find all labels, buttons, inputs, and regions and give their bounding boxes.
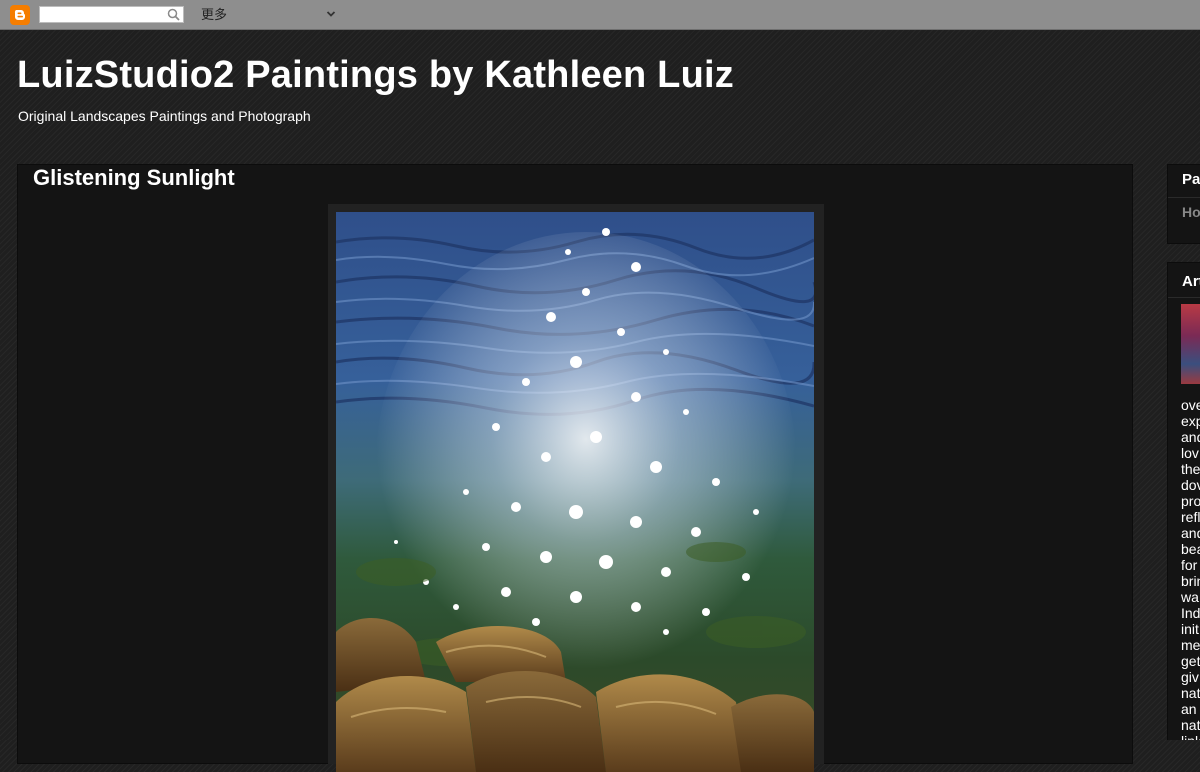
post-image-frame xyxy=(328,204,824,772)
artist-widget-title: Art xyxy=(1182,273,1200,290)
about-text-line: init xyxy=(1181,621,1199,637)
chevron-down-icon xyxy=(326,11,336,17)
about-text-line: refl xyxy=(1181,509,1200,525)
main-post-column: Glistening Sunlight xyxy=(17,164,1133,772)
painting-image[interactable] xyxy=(336,212,814,772)
about-text-line: and xyxy=(1181,525,1200,541)
about-text-line: wa xyxy=(1181,589,1199,605)
more-label: 更多 xyxy=(201,7,228,22)
artist-about-text: oveexpandlovthedovproreflandbeaforbrinwa… xyxy=(1181,397,1200,740)
about-text-line: dov xyxy=(1181,477,1200,493)
blogger-navbar: 更多 xyxy=(0,0,1200,30)
about-text-line: nat xyxy=(1181,685,1200,701)
about-text-line: the xyxy=(1181,461,1200,477)
divider xyxy=(1168,197,1200,198)
home-link[interactable]: Ho xyxy=(1182,204,1200,220)
about-text-line: pro xyxy=(1181,493,1200,509)
divider xyxy=(1168,297,1200,298)
blog-title[interactable]: LuizStudio2 Paintings by Kathleen Luiz xyxy=(17,52,734,98)
about-text-line: ove xyxy=(1181,397,1200,413)
about-text-line: Ind xyxy=(1181,605,1200,621)
about-text-line: nat xyxy=(1181,717,1200,733)
pages-widget: Pa Ho xyxy=(1167,164,1200,244)
about-text-line: giv xyxy=(1181,669,1199,685)
about-text-line: for xyxy=(1181,557,1198,573)
search-input[interactable] xyxy=(40,7,172,22)
post-title[interactable]: Glistening Sunlight xyxy=(33,165,235,191)
blogger-icon[interactable] xyxy=(10,5,30,25)
about-text-line: me xyxy=(1181,637,1200,653)
about-text-line: lov xyxy=(1181,445,1199,461)
artist-profile-photo[interactable] xyxy=(1181,304,1200,384)
blog-description: Original Landscapes Paintings and Photog… xyxy=(18,108,311,124)
search-icon[interactable] xyxy=(167,8,180,21)
about-text-line: link xyxy=(1181,733,1200,740)
about-text-line: and xyxy=(1181,429,1200,445)
sidebar: Pa Ho Art oveexpandlovthedovproreflandbe… xyxy=(1167,164,1200,740)
pages-widget-title: Pa xyxy=(1182,171,1200,188)
about-text-line: an xyxy=(1181,701,1197,717)
more-dropdown[interactable]: 更多 xyxy=(201,6,336,23)
search-field[interactable] xyxy=(39,6,184,23)
about-text-line: exp xyxy=(1181,413,1200,429)
about-text-line: get xyxy=(1181,653,1200,669)
about-text-line: bea xyxy=(1181,541,1200,557)
about-text-line: brin xyxy=(1181,573,1200,589)
